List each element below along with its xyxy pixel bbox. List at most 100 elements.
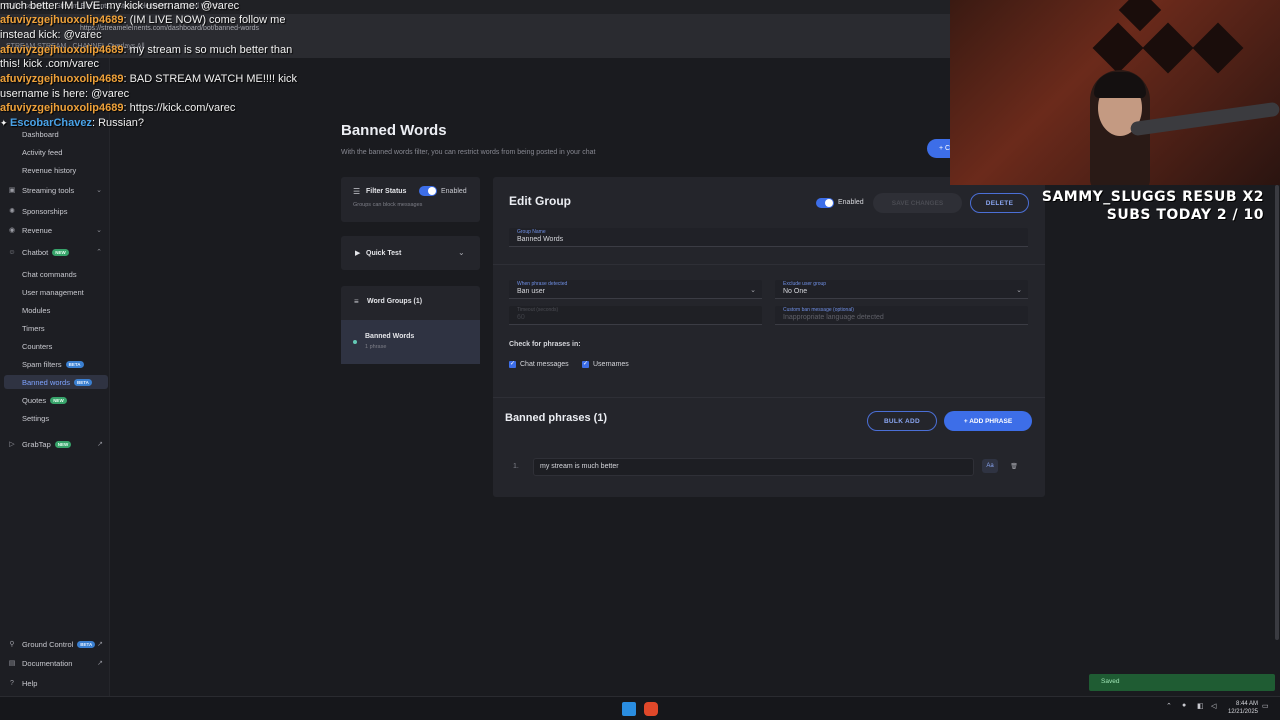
sidebar-item-label: Settings [22, 413, 50, 423]
chat-username: afuviyzgejhuoxolip4689 [0, 44, 124, 56]
delete-button[interactable]: DELETE [970, 193, 1029, 213]
subs-today-text: SUBS TODAY 2 / 10 [1106, 207, 1264, 223]
sidebar-item-sponsorships[interactable]: ✺ Sponsorships [0, 204, 110, 218]
sidebar-item-label: Streaming tools [22, 185, 75, 195]
sidebar-item-settings[interactable]: Settings [0, 411, 110, 425]
section-divider [493, 397, 1045, 398]
filter-icon: ☰ [353, 187, 361, 196]
sidebar-item-dashboard[interactable]: Dashboard [0, 127, 110, 141]
microphone-icon[interactable]: ● [1182, 702, 1186, 709]
sidebar-item-timers[interactable]: Timers [0, 321, 110, 335]
add-phrase-button[interactable]: + ADD PHRASE [944, 411, 1032, 431]
sidebar-item-activity-feed[interactable]: Activity feed [0, 145, 110, 159]
word-group-item[interactable] [341, 320, 480, 364]
sidebar-item-chatbot[interactable]: ☺ Chatbot NEW ⌃ [0, 245, 110, 259]
sidebar-item-spam-filters[interactable]: Spam filters BETA [0, 357, 110, 371]
banned-phrases-title: Banned phrases (1) [505, 412, 608, 424]
clock-date: 12/21/2025 [1227, 709, 1258, 715]
word-group-count: 1 phrase [365, 344, 387, 350]
usernames-label: Usernames [593, 361, 629, 368]
help-icon: ? [10, 679, 14, 687]
acoustic-panel [1118, 0, 1162, 32]
external-link-icon: ↗ [97, 441, 103, 448]
sidebar-item-label: Counters [22, 341, 53, 351]
sidebar-item-label: Chat commands [22, 269, 77, 279]
trash-icon[interactable]: 🗑 [1006, 459, 1022, 473]
exclude-group-value: No One [783, 288, 808, 295]
group-name-label: Group Name [517, 229, 546, 235]
new-badge: NEW [54, 440, 72, 448]
quick-test-title: Quick Test [366, 250, 402, 257]
when-detected-value: Ban user [517, 288, 546, 295]
tray-chevron-icon[interactable]: ⌃ [1166, 702, 1172, 710]
group-enabled-toggle[interactable] [816, 198, 834, 208]
group-name-field[interactable]: Group Name Banned Words [509, 228, 1028, 247]
exclude-group-label: Exclude user group [783, 281, 827, 287]
sidebar-item-grabtap[interactable]: ▷ GrabTap NEW ↗ [0, 437, 110, 451]
chat-line: much better IM LIVE. my kick username: @… [0, 0, 239, 12]
sidebar-item-ground-control[interactable]: ⚲ Ground Control BETA ↗ [0, 637, 110, 651]
chat-username: afuviyzgejhuoxolip4689 [0, 73, 124, 85]
chat-message: : https://kick.com/varec [123, 102, 236, 114]
sidebar-item-label: Documentation [22, 658, 73, 668]
word-group-name: Banned Words [365, 333, 415, 340]
address-bar[interactable]: https://streamelements.com/dashboard/bot… [80, 25, 259, 32]
sidebar-item-streaming-tools[interactable]: ▣ Streaming tools ⌄ [0, 183, 110, 197]
sidebar-item-counters[interactable]: Counters [0, 339, 110, 353]
chatbot-icon: ☺ [8, 248, 16, 256]
custom-ban-message-label: Custom ban message (optional) [783, 307, 854, 313]
chat-line: afuviyzgejhuoxolip4689: https://kick.com… [0, 102, 235, 114]
resub-alert-text: SAMMY_SLUGGS RESUB X2 [1041, 189, 1264, 205]
exclude-group-select[interactable]: Exclude user group No One ⌄ [775, 280, 1028, 299]
bulk-add-button[interactable]: BULK ADD [867, 411, 937, 431]
sidebar-item-documentation[interactable]: ▤ Documentation ↗ [0, 656, 110, 670]
when-detected-label: When phrase detected [517, 281, 568, 287]
sidebar-item-label: Sponsorships [22, 206, 68, 216]
section-divider [493, 264, 1045, 265]
chat-badge-icon: ✦ [0, 118, 11, 128]
custom-ban-message-input[interactable]: Custom ban message (optional) Inappropri… [775, 306, 1028, 325]
when-detected-select[interactable]: When phrase detected Ban user ⌄ [509, 280, 762, 299]
case-sensitive-button[interactable]: Aa [982, 459, 998, 473]
streamer-hair [1094, 72, 1146, 98]
sidebar-item-banned-words[interactable]: Banned words BETA [4, 375, 108, 389]
windows-start-icon[interactable] [622, 702, 636, 716]
clock-time: 8:44 AM [1235, 701, 1258, 707]
sidebar-item-help[interactable]: ? Help [0, 676, 110, 690]
taskbar: ⌃ ● ◧ ◁ 8:44 AM 12/21/2025 ▭ [0, 696, 1280, 720]
filter-status-state: Enabled [441, 188, 467, 195]
chat-username: afuviyzgejhuoxolip4689 [0, 14, 124, 26]
sidebar-item-modules[interactable]: Modules [0, 303, 110, 317]
sidebar-item-chat-commands[interactable]: Chat commands [0, 267, 110, 281]
chevron-down-icon: ⌄ [750, 287, 756, 294]
sponsorship-icon: ✺ [9, 208, 15, 215]
network-icon[interactable]: ◧ [1197, 702, 1204, 710]
chevron-up-icon: ⌃ [96, 249, 102, 256]
group-enabled-label: Enabled [838, 199, 864, 206]
chat-message: : BAD STREAM WATCH ME!!!! kick [123, 73, 298, 85]
filter-status-toggle[interactable] [419, 186, 437, 196]
external-link-icon: ↗ [97, 641, 103, 648]
sidebar-item-user-management[interactable]: User management [0, 285, 110, 299]
saved-toast: Saved [1089, 674, 1275, 691]
sidebar-item-revenue[interactable]: ◉ Revenue ⌄ [0, 223, 110, 237]
chat-line: username is here: @varec [0, 88, 129, 100]
brave-browser-icon[interactable] [644, 702, 658, 716]
sidebar-item-label: Ground Control [22, 639, 74, 649]
chevron-down-icon[interactable]: ⌄ [458, 248, 465, 257]
sidebar-item-label: Revenue history [22, 165, 77, 175]
usernames-checkbox[interactable]: ✓ [582, 361, 589, 368]
chat-messages-checkbox[interactable]: ✓ [509, 361, 516, 368]
ground-control-icon: ⚲ [9, 641, 15, 648]
new-badge: NEW [52, 248, 69, 256]
chat-username: EscobarChavez [10, 117, 92, 129]
chat-message: : (IM LIVE NOW) come follow me [123, 14, 286, 26]
save-changes-button[interactable]: SAVE CHANGES [873, 193, 962, 213]
sidebar-item-revenue-history[interactable]: Revenue history [0, 163, 110, 177]
notification-icon[interactable]: ▭ [1262, 702, 1269, 710]
volume-icon[interactable]: ◁ [1211, 702, 1216, 710]
sidebar-item-quotes[interactable]: Quotes NEW [0, 393, 110, 407]
system-clock[interactable]: 8:44 AM 12/21/2025 [1228, 700, 1258, 716]
page-scrollbar[interactable] [1275, 185, 1279, 640]
chat-line: afuviyzgejhuoxolip4689: my stream is so … [0, 44, 292, 56]
